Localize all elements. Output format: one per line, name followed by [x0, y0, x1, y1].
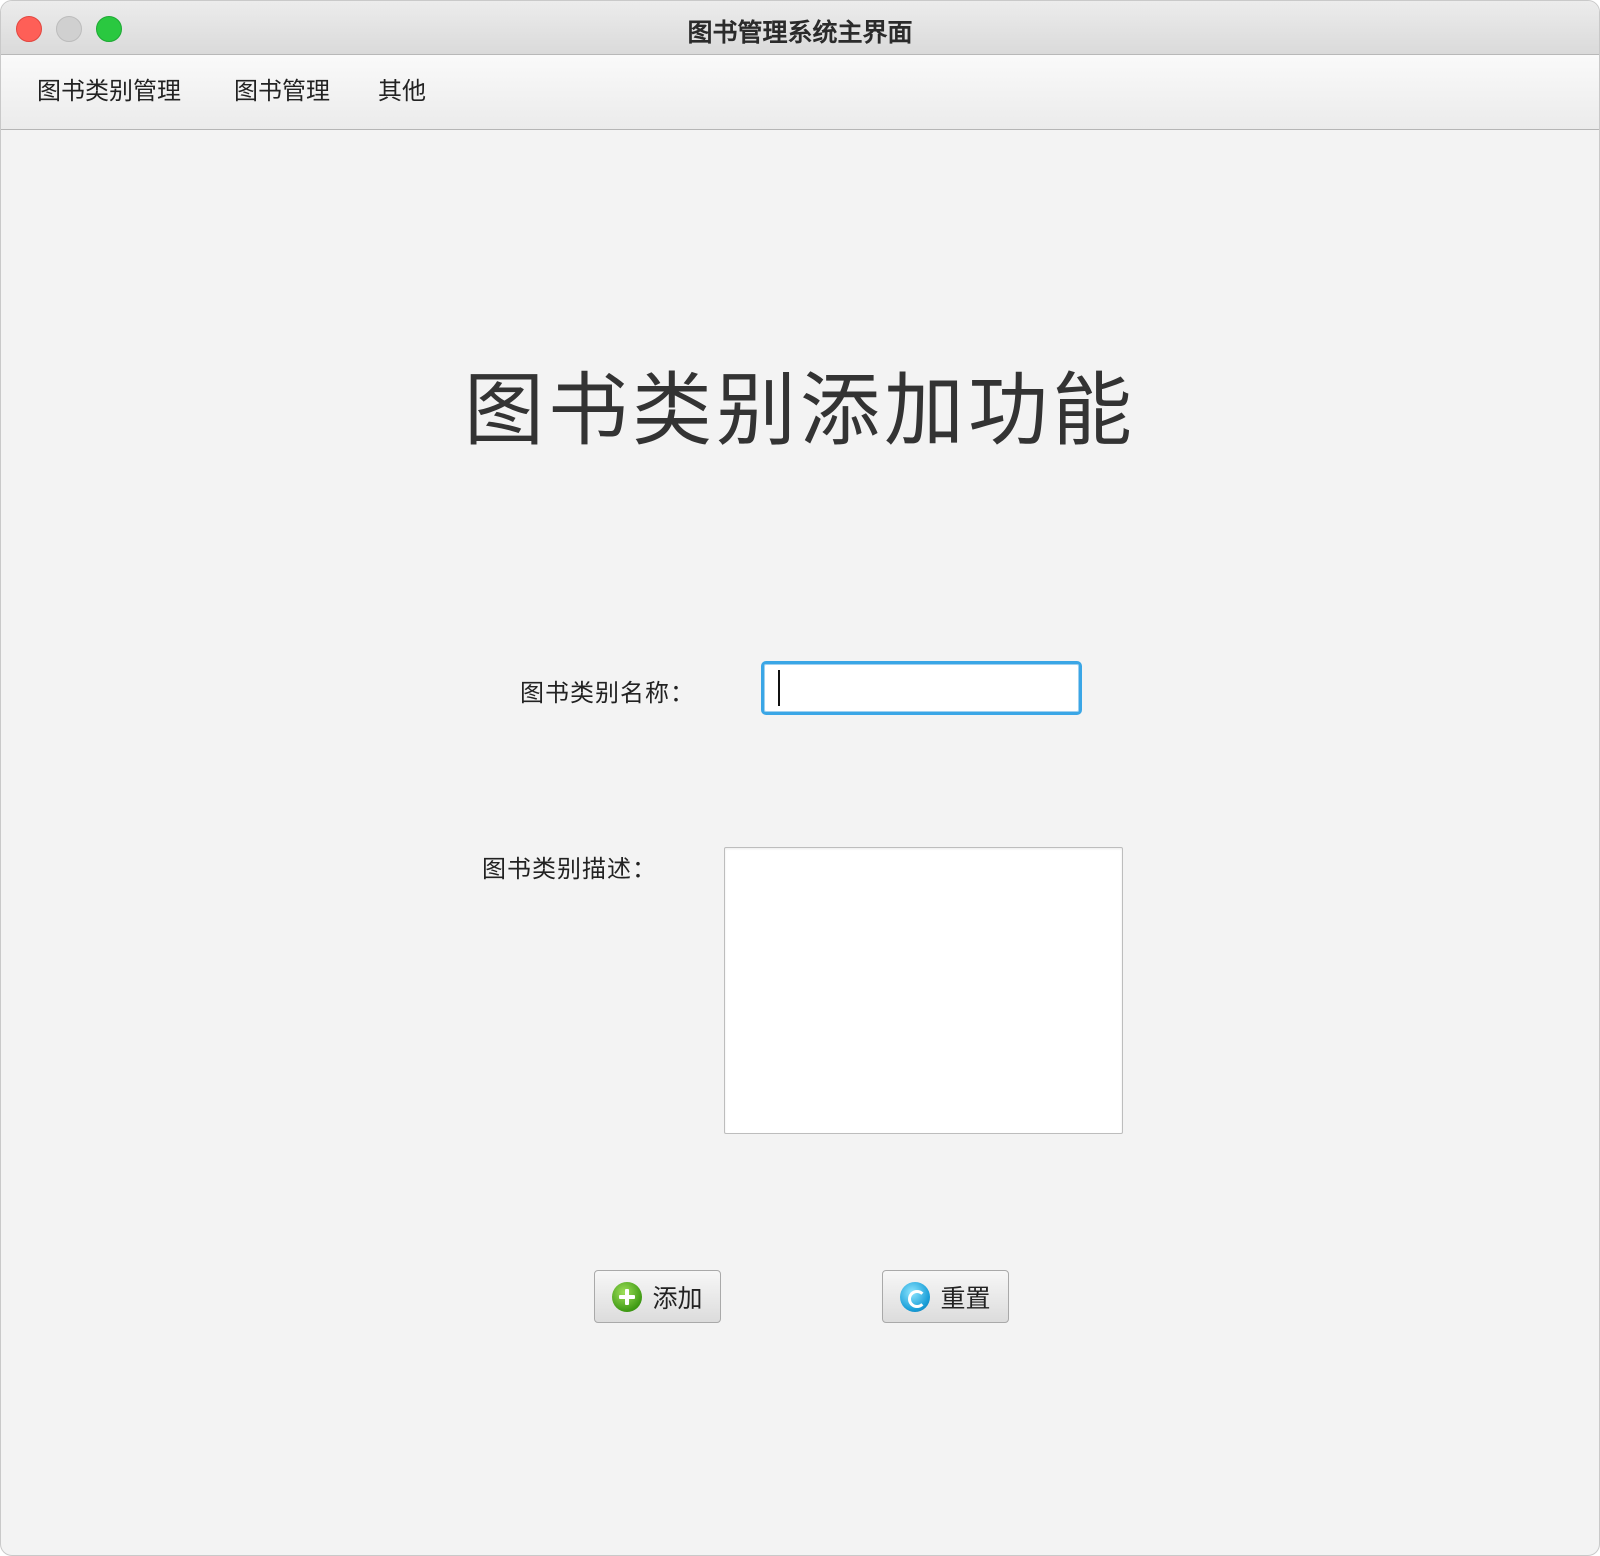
category-name-input[interactable]	[761, 661, 1082, 715]
reset-icon	[900, 1281, 931, 1312]
menu-book-management[interactable]: 图书管理	[230, 71, 334, 106]
window-title: 图书管理系统主界面	[687, 18, 913, 47]
category-description-label: 图书类别描述：	[482, 855, 657, 883]
add-button-label: 添加	[652, 1283, 703, 1313]
category-description-textarea[interactable]	[724, 847, 1123, 1134]
reset-button[interactable]: 重置	[882, 1270, 1009, 1323]
text-caret	[778, 670, 780, 706]
category-name-label: 图书类别名称：	[520, 679, 695, 707]
app-window: 图书管理系统主界面 图书类别管理 图书管理 其他 图书类别添加功能 图书类别名称…	[0, 0, 1600, 1556]
page-title: 图书类别添加功能	[464, 364, 1136, 457]
reset-button-label: 重置	[940, 1283, 991, 1313]
add-button[interactable]: 添加	[594, 1270, 721, 1323]
menu-category-management[interactable]: 图书类别管理	[33, 71, 185, 106]
menu-bar: 图书类别管理 图书管理 其他	[1, 55, 1599, 130]
title-bar[interactable]: 图书管理系统主界面	[1, 1, 1599, 55]
add-icon	[612, 1281, 643, 1312]
menu-other[interactable]: 其他	[374, 71, 430, 106]
